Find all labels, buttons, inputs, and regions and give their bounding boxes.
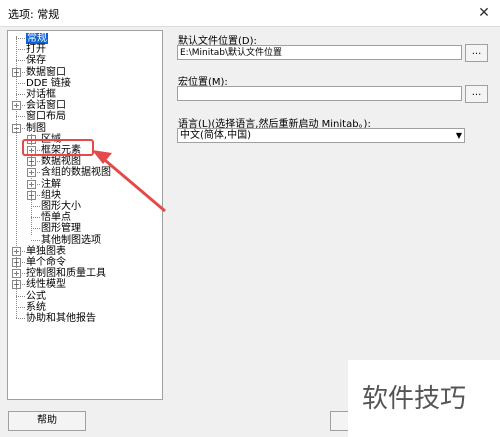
options-dialog: 选项: 常规 ✕ 常规 打开 保存 数据窗口 + DDE 链接 对话框 会话窗口 + 窗口布局 制图… [0, 0, 500, 437]
watermark-text: 软件技巧 [362, 384, 467, 414]
annotation-arrow-line [99, 154, 166, 213]
